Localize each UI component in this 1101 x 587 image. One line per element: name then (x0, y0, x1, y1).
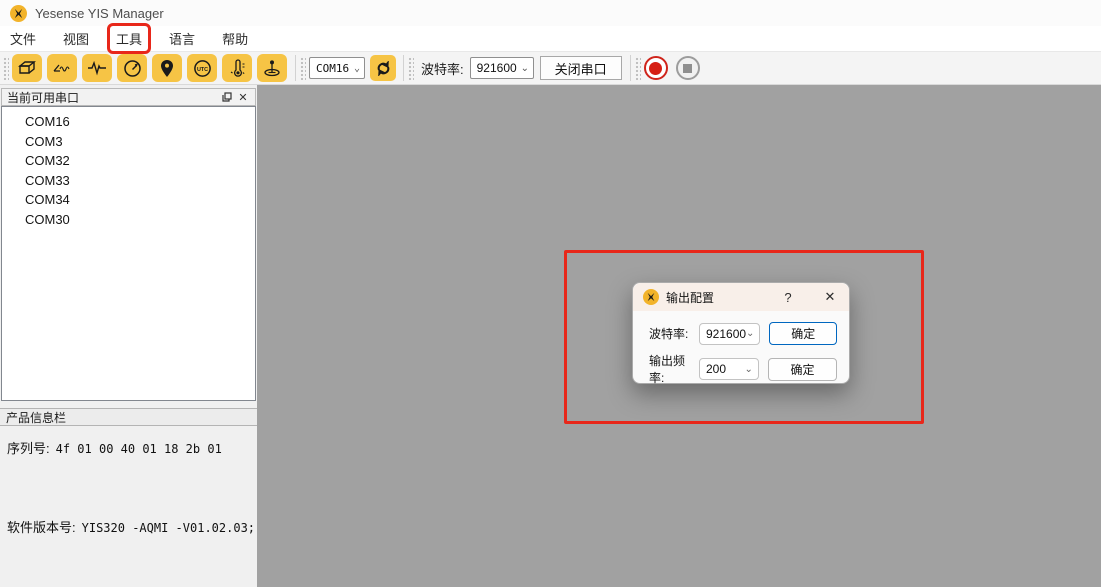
port-select[interactable]: COM16 ⌄ (309, 57, 365, 79)
port-select-value: COM16 (316, 62, 349, 75)
baud-confirm-button[interactable]: 确定 (769, 322, 837, 345)
serial-ports-panel: 当前可用串口 ✕ COM16 COM3 COM32 COM33 COM34 CO… (0, 85, 257, 587)
output-rate-row: 输出频率: 200 ⌄ 确定 (649, 352, 837, 386)
list-item-port[interactable]: COM34 (2, 190, 255, 210)
dialog-rate-select[interactable]: 200 ⌄ (699, 358, 759, 380)
angle-wave-icon[interactable] (47, 54, 77, 82)
toolbar-separator (295, 55, 296, 81)
serial-port-list: COM16 COM3 COM32 COM33 COM34 COM30 (1, 106, 256, 401)
serial-number-row: 序列号: 4f 01 00 40 01 18 2b 01 (7, 438, 251, 457)
serial-ports-panel-title: 当前可用串口 (7, 89, 219, 106)
app-logo-icon (643, 289, 659, 305)
dialog-title: 输出配置 (666, 289, 777, 306)
toolbar-grip[interactable] (408, 56, 414, 80)
refresh-ports-button[interactable] (370, 55, 396, 81)
list-item-port[interactable]: COM30 (2, 210, 255, 230)
float-panel-icon[interactable] (219, 90, 235, 104)
record-icon (649, 62, 662, 75)
stop-button[interactable] (676, 56, 700, 80)
close-panel-icon[interactable]: ✕ (235, 90, 251, 104)
menu-bar: 文件 视图 工具 语言 帮助 (0, 26, 1101, 52)
toolbar-separator (630, 55, 631, 81)
joystick-icon[interactable] (257, 54, 287, 82)
product-info-title: 产品信息栏 (6, 409, 66, 426)
utc-clock-icon[interactable]: UTC (187, 54, 217, 82)
rate-confirm-button[interactable]: 确定 (768, 358, 837, 381)
menu-item-file[interactable]: 文件 (3, 25, 43, 52)
cube-3d-icon[interactable] (12, 54, 42, 82)
record-button[interactable] (644, 56, 668, 80)
list-item-port[interactable]: COM3 (2, 132, 255, 152)
location-pin-icon[interactable] (152, 54, 182, 82)
dialog-close-icon[interactable]: ✕ (819, 286, 841, 308)
software-version-row: 软件版本号: YIS320 -AQMI -V01.02.03; (7, 517, 251, 536)
stop-icon (683, 64, 692, 73)
toolbar-grip[interactable] (300, 56, 306, 80)
baud-rate-value: 921600 (477, 61, 517, 75)
menu-item-language[interactable]: 语言 (162, 25, 202, 52)
list-item-port[interactable]: COM33 (2, 171, 255, 191)
dialog-help-icon[interactable]: ? (777, 286, 799, 308)
menu-item-help[interactable]: 帮助 (215, 25, 255, 52)
waveform-icon[interactable] (82, 54, 112, 82)
menu-item-view[interactable]: 视图 (56, 25, 96, 52)
baud-rate-label: 波特率: (421, 59, 464, 78)
baud-rate-row: 波特率: 921600 ⌄ 确定 (649, 322, 837, 345)
content-area: 当前可用串口 ✕ COM16 COM3 COM32 COM33 COM34 CO… (0, 85, 1101, 587)
thermometer-icon[interactable] (222, 54, 252, 82)
workspace: 输出配置 ? ✕ 波特率: 921600 ⌄ 确定 输出频率: 200 (257, 85, 1101, 587)
list-item-port[interactable]: COM16 (2, 112, 255, 132)
output-config-dialog: 输出配置 ? ✕ 波特率: 921600 ⌄ 确定 输出频率: 200 (632, 282, 850, 384)
toolbar-separator (403, 55, 404, 81)
list-item-port[interactable]: COM32 (2, 151, 255, 171)
gauge-icon[interactable] (117, 54, 147, 82)
close-serial-port-button[interactable]: 关闭串口 (540, 56, 622, 80)
chevron-down-icon: ⌄ (521, 63, 529, 74)
window-title: Yesense YIS Manager (35, 6, 164, 21)
window-titlebar: Yesense YIS Manager (0, 0, 1101, 26)
product-info-header: 产品信息栏 (0, 408, 257, 426)
toolbar-grip[interactable] (635, 56, 641, 80)
dialog-rate-value: 200 (706, 362, 726, 376)
product-info-body: 序列号: 4f 01 00 40 01 18 2b 01 软件版本号: YIS3… (0, 426, 257, 536)
svg-text:UTC: UTC (196, 67, 207, 73)
app-logo-icon (10, 5, 27, 22)
dialog-baud-label: 波特率: (649, 325, 697, 342)
dialog-body: 波特率: 921600 ⌄ 确定 输出频率: 200 ⌄ 确定 (633, 311, 849, 386)
chevron-down-icon: ⌄ (745, 364, 753, 375)
chevron-down-icon: ⌄ (746, 328, 754, 339)
dialog-rate-label: 输出频率: (649, 352, 697, 386)
menu-item-tools[interactable]: 工具 (109, 25, 149, 52)
serial-number-value: 4f 01 00 40 01 18 2b 01 (56, 442, 222, 456)
serial-ports-panel-header: 当前可用串口 ✕ (1, 88, 256, 106)
serial-number-label: 序列号: (7, 438, 50, 457)
chevron-down-icon: ⌄ (354, 63, 360, 74)
dialog-baud-select[interactable]: 921600 ⌄ (699, 323, 760, 345)
baud-rate-select[interactable]: 921600 ⌄ (470, 57, 534, 79)
dialog-baud-value: 921600 (706, 327, 746, 341)
toolbar-grip[interactable] (3, 56, 9, 80)
dialog-titlebar: 输出配置 ? ✕ (633, 283, 849, 311)
software-version-label: 软件版本号: (7, 517, 76, 536)
toolbar: UTC COM16 ⌄ 波特率: 921600 ⌄ 关闭串口 (0, 52, 1101, 85)
software-version-value: YIS320 -AQMI -V01.02.03; (82, 521, 255, 535)
